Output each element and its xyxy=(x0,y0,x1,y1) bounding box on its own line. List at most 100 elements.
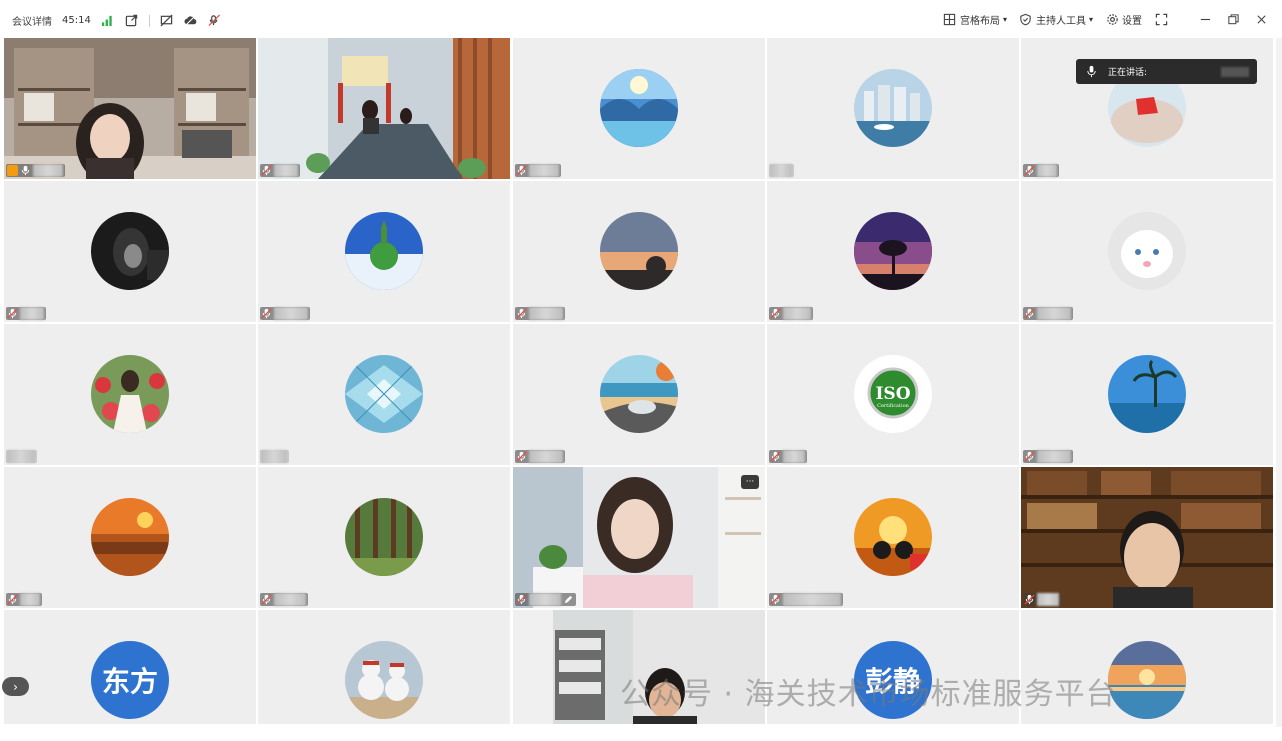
participant-name-blurred xyxy=(783,593,841,606)
participant-tile[interactable]: ISO Certification xyxy=(767,324,1019,465)
participant-avatar xyxy=(91,212,169,290)
meeting-window: 会议详情 45:14 宫格布局 ▾ 主持人工具 ▾ 设置 ISO Certifi… xyxy=(0,0,1282,741)
mic-muted-icon xyxy=(1024,165,1035,176)
participant-tile[interactable] xyxy=(767,38,1019,179)
host-tools-button[interactable]: 主持人工具 ▾ xyxy=(1019,12,1093,27)
mic-muted-icon xyxy=(770,594,781,605)
screen-share-off-icon[interactable] xyxy=(160,14,174,28)
expand-panel-button[interactable]: › xyxy=(2,677,29,696)
participant-nameplate xyxy=(515,307,565,320)
bottom-toolbar xyxy=(0,727,1282,741)
mic-muted-icon xyxy=(516,594,527,605)
participant-name-blurred xyxy=(274,593,306,606)
participant-tile[interactable] xyxy=(258,610,510,724)
participant-tile[interactable] xyxy=(4,324,256,465)
participant-tile-video-woman[interactable]: ··· xyxy=(513,467,765,608)
meeting-info: 会议详情 45:14 xyxy=(12,13,222,28)
participant-nameplate xyxy=(260,164,300,177)
share-out-icon[interactable] xyxy=(125,14,139,28)
svg-text:ISO: ISO xyxy=(875,384,910,404)
participant-name-blurred xyxy=(1037,164,1057,177)
speaker-name-blurred xyxy=(1221,66,1249,77)
participant-nameplate xyxy=(6,307,46,320)
mic-muted-icon xyxy=(1024,594,1035,605)
fullscreen-icon[interactable] xyxy=(1154,13,1168,27)
more-options-button[interactable]: ··· xyxy=(741,475,759,489)
mic-muted-icon xyxy=(1024,308,1035,319)
participant-tile[interactable] xyxy=(1021,181,1273,322)
participant-tile[interactable] xyxy=(4,181,256,322)
chevron-down-icon: ▾ xyxy=(1088,15,1093,24)
close-icon[interactable] xyxy=(1254,13,1268,27)
participant-tile-video-man-library[interactable] xyxy=(1021,467,1273,608)
participant-nameplate xyxy=(515,593,576,606)
participant-tile[interactable] xyxy=(513,38,765,179)
participant-name-blurred xyxy=(20,593,40,606)
mic-muted-icon xyxy=(770,451,781,462)
participant-video xyxy=(1021,467,1273,608)
participant-tile[interactable] xyxy=(513,181,765,322)
settings-button[interactable]: 设置 xyxy=(1105,12,1142,27)
participant-nameplate xyxy=(1023,450,1073,463)
watermark: 公众号 · 海关技术市场标准服务平台 xyxy=(620,677,1117,712)
participant-avatar xyxy=(854,69,932,147)
signal-strength-icon[interactable] xyxy=(101,14,115,28)
participant-tile[interactable] xyxy=(767,467,1019,608)
participant-name-blurred xyxy=(529,593,561,606)
participant-avatar xyxy=(345,355,423,433)
participant-tile[interactable] xyxy=(1021,324,1273,465)
participant-name-blurred xyxy=(1037,450,1071,463)
participant-tile-video-office[interactable] xyxy=(4,38,256,179)
participant-name-blurred xyxy=(1037,307,1071,320)
grid-layout-icon xyxy=(943,13,957,27)
participant-avatar xyxy=(600,69,678,147)
restore-icon[interactable] xyxy=(1226,13,1240,27)
participant-name-blurred xyxy=(33,164,63,177)
participant-name-blurred xyxy=(529,164,559,177)
layout-button[interactable]: 宫格布局 ▾ xyxy=(943,12,1007,27)
participant-nameplate xyxy=(1023,593,1061,606)
participant-name-blurred xyxy=(1037,593,1059,606)
meeting-details-link[interactable]: 会议详情 xyxy=(12,13,52,28)
participant-tile[interactable] xyxy=(258,324,510,465)
participant-avatar xyxy=(854,212,932,290)
participant-name-blurred xyxy=(783,450,805,463)
participant-grid: ISO Certification ··· 东方 彭静 xyxy=(4,38,1275,724)
participant-avatar xyxy=(91,498,169,576)
minimize-icon[interactable] xyxy=(1198,13,1212,27)
participant-tile[interactable] xyxy=(258,467,510,608)
mic-muted-icon xyxy=(516,308,527,319)
window-controls xyxy=(1198,13,1268,27)
mute-all-icon[interactable] xyxy=(208,14,222,28)
participant-tile[interactable] xyxy=(4,467,256,608)
participant-nameplate xyxy=(260,307,310,320)
participant-video xyxy=(513,467,765,608)
participant-tile-video-conference-room[interactable] xyxy=(258,38,510,179)
participant-avatar xyxy=(345,641,423,719)
participant-nameplate xyxy=(1023,307,1073,320)
participant-avatar-initials: 东方 xyxy=(91,641,169,719)
mic-muted-icon xyxy=(7,594,18,605)
participant-avatar xyxy=(600,355,678,433)
svg-text:Certification: Certification xyxy=(877,403,910,409)
mic-muted-icon xyxy=(516,451,527,462)
speaking-indicator: 正在讲话: xyxy=(1076,59,1257,84)
mic-muted-icon xyxy=(261,165,272,176)
participant-avatar xyxy=(345,498,423,576)
participant-avatar xyxy=(1108,641,1186,719)
chevron-down-icon: ▾ xyxy=(1002,15,1007,24)
participant-name-blurred xyxy=(274,164,298,177)
participant-tile[interactable] xyxy=(513,324,765,465)
gear-icon xyxy=(1105,13,1119,27)
participant-nameplate xyxy=(515,164,561,177)
participant-tile[interactable] xyxy=(767,181,1019,322)
participant-name-blurred xyxy=(783,307,811,320)
top-right-controls: 宫格布局 ▾ 主持人工具 ▾ 设置 xyxy=(943,12,1268,27)
participant-tile[interactable]: 东方 xyxy=(4,610,256,724)
participant-tile[interactable] xyxy=(258,181,510,322)
top-toolbar: 会议详情 45:14 宫格布局 ▾ 主持人工具 ▾ 设置 xyxy=(0,0,1282,38)
shield-icon xyxy=(1019,13,1033,27)
mic-on-icon xyxy=(20,165,31,176)
speaking-label: 正在讲话: xyxy=(1108,68,1148,78)
cloud-record-icon[interactable] xyxy=(184,14,198,28)
